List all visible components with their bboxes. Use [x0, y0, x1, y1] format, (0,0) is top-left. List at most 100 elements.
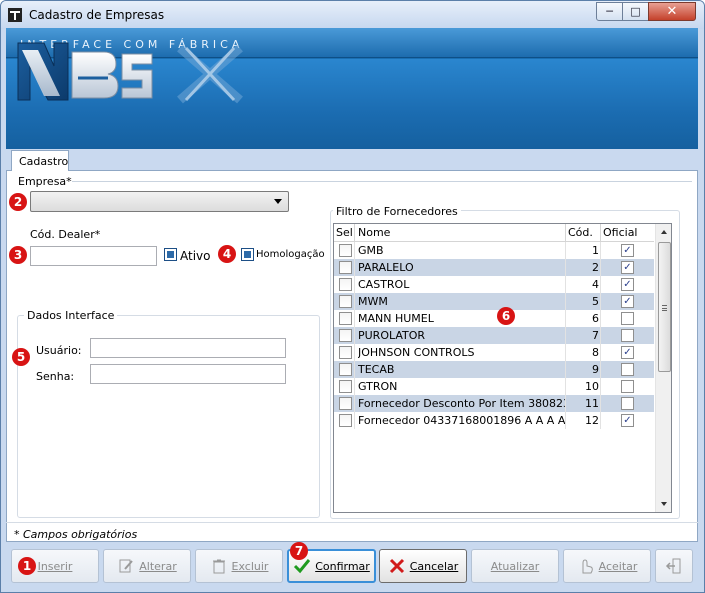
table-row[interactable]: MANN HUMEL 6: [334, 310, 654, 327]
cod-dealer-input[interactable]: [30, 246, 157, 266]
atualizar-button[interactable]: Atualizar: [471, 549, 559, 583]
col-nome[interactable]: Nome: [358, 226, 390, 239]
scroll-down-icon[interactable]: [661, 502, 667, 506]
sel-checkbox[interactable]: [339, 295, 352, 308]
grid-line: [354, 344, 355, 361]
grid-line: [565, 378, 566, 395]
fornecedor-name: JOHNSON CONTROLS: [358, 346, 475, 359]
fornecedor-name: GTRON: [358, 380, 398, 393]
badge-2: 2: [9, 193, 27, 211]
fornecedor-cod: 6: [592, 312, 599, 325]
maximize-icon: □: [630, 5, 641, 18]
cancelar-button[interactable]: Cancelar: [379, 549, 467, 583]
grid-line: [354, 378, 355, 395]
fornecedores-grid[interactable]: Sel Nome Cód. Oficial GMB 1 ✓ PARALELO 2 ✓ CAS…: [333, 223, 672, 513]
ativo-label: Ativo: [180, 249, 211, 263]
table-row[interactable]: GTRON 10: [334, 378, 654, 395]
table-row[interactable]: GMB 1 ✓: [334, 242, 654, 259]
badge-1: 1: [18, 557, 36, 575]
sel-checkbox[interactable]: [339, 397, 352, 410]
badge-4: 4: [218, 245, 236, 263]
oficial-checkbox[interactable]: ✓: [621, 346, 634, 359]
empresa-select[interactable]: [30, 191, 289, 212]
usuario-label: Usuário:: [36, 344, 82, 357]
table-row[interactable]: TECAB 9: [334, 361, 654, 378]
red-x-icon: [389, 558, 404, 574]
table-row[interactable]: Fornecedor Desconto Por Item 3808237800 1…: [334, 395, 654, 412]
exit-button[interactable]: [655, 549, 693, 583]
fornecedor-name: CASTROL: [358, 278, 410, 291]
badge-6: 6: [497, 307, 515, 325]
fornecedor-cod: 7: [592, 329, 599, 342]
scroll-thumb[interactable]: [658, 242, 671, 372]
sel-checkbox[interactable]: [339, 329, 352, 342]
grid-line: [600, 276, 601, 293]
oficial-checkbox[interactable]: [621, 329, 634, 342]
minimize-button[interactable]: ─: [596, 2, 623, 21]
senha-input[interactable]: [90, 364, 286, 384]
grid-line: [565, 293, 566, 310]
table-row[interactable]: Fornecedor 04337168001896 A A A A A A A 1…: [334, 412, 654, 429]
grid-line: [600, 378, 601, 395]
tab-cadastro[interactable]: Cadastro: [11, 150, 69, 171]
sel-checkbox[interactable]: [339, 380, 352, 393]
grid-line: [565, 259, 566, 276]
usuario-input[interactable]: [90, 338, 286, 358]
sel-checkbox[interactable]: [339, 261, 352, 274]
fornecedor-name: TECAB: [358, 363, 395, 376]
sel-checkbox[interactable]: [339, 244, 352, 257]
fornecedor-cod: 1: [592, 244, 599, 257]
table-row[interactable]: MWM 5 ✓: [334, 293, 654, 310]
chevron-down-icon: [274, 199, 282, 204]
table-row[interactable]: PUROLATOR 7: [334, 327, 654, 344]
oficial-checkbox[interactable]: [621, 363, 634, 376]
sel-checkbox[interactable]: [339, 346, 352, 359]
col-cod[interactable]: Cód.: [568, 226, 593, 239]
grid-line: [354, 293, 355, 310]
app-logo-icon: [8, 8, 22, 22]
fornecedor-name: MWM: [358, 295, 388, 308]
grid-line: [600, 293, 601, 310]
scroll-up-icon[interactable]: [661, 230, 667, 234]
homologacao-checkbox[interactable]: [241, 248, 254, 261]
aceitar-button[interactable]: Aceitar: [563, 549, 651, 583]
maximize-button[interactable]: □: [622, 2, 649, 21]
ativo-checkbox[interactable]: [164, 248, 177, 261]
hand-pointer-icon: [582, 559, 593, 574]
col-separator: [565, 224, 566, 241]
col-separator: [600, 224, 601, 241]
sel-checkbox[interactable]: [339, 363, 352, 376]
oficial-checkbox[interactable]: ✓: [621, 414, 634, 427]
close-button[interactable]: ✕: [648, 2, 696, 21]
oficial-checkbox[interactable]: ✓: [621, 244, 634, 257]
oficial-checkbox[interactable]: [621, 380, 634, 393]
aceitar-label: Aceitar: [598, 559, 638, 573]
badge-3: 3: [9, 246, 27, 264]
table-row[interactable]: CASTROL 4 ✓: [334, 276, 654, 293]
badge-5: 5: [12, 348, 30, 366]
oficial-checkbox[interactable]: [621, 312, 634, 325]
footer-separator: [6, 522, 698, 523]
fornecedor-name: Fornecedor 04337168001896 A A A A A A A: [358, 414, 566, 427]
grid-line: [600, 242, 601, 259]
table-row[interactable]: PARALELO 2 ✓: [334, 259, 654, 276]
oficial-checkbox[interactable]: ✓: [621, 261, 634, 274]
sel-checkbox[interactable]: [339, 312, 352, 325]
grid-line: [565, 242, 566, 259]
table-row[interactable]: JOHNSON CONTROLS 8 ✓: [334, 344, 654, 361]
oficial-checkbox[interactable]: ✓: [621, 278, 634, 291]
col-separator: [354, 224, 355, 241]
sel-checkbox[interactable]: [339, 414, 352, 427]
grid-scrollbar[interactable]: [655, 224, 671, 512]
alterar-button[interactable]: Alterar: [103, 549, 191, 583]
col-oficial[interactable]: Oficial: [603, 226, 638, 239]
excluir-button[interactable]: Excluir: [195, 549, 283, 583]
col-sel[interactable]: Sel: [336, 226, 353, 239]
fornecedor-cod: 12: [585, 414, 599, 427]
sel-checkbox[interactable]: [339, 278, 352, 291]
fornecedor-cod: 9: [592, 363, 599, 376]
cod-dealer-label: Cód. Dealer*: [30, 228, 101, 241]
grid-line: [600, 344, 601, 361]
oficial-checkbox[interactable]: ✓: [621, 295, 634, 308]
oficial-checkbox[interactable]: [621, 397, 634, 410]
